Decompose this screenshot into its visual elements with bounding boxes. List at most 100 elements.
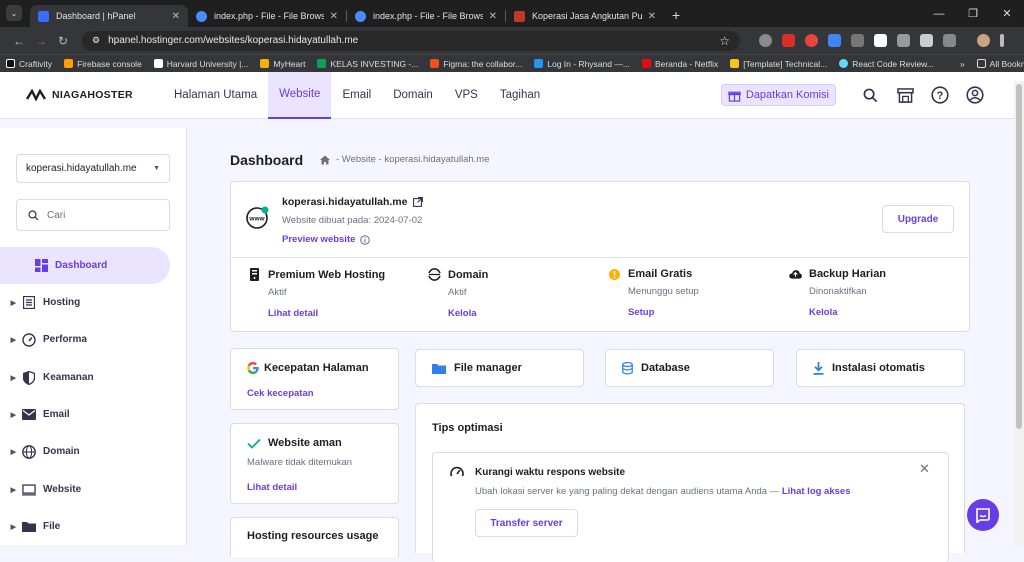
bookmark-item[interactable]: KELAS INVESTING -... [317,59,418,69]
service-domain-link[interactable]: Kelola [448,308,588,319]
sidebar-item-label: Email [43,409,70,420]
access-log-link[interactable]: Lihat log akses [782,486,851,497]
minimize-icon[interactable]: — [922,8,956,20]
close-tab-icon[interactable]: ✕ [489,11,497,22]
scrollbar-thumb[interactable] [1016,84,1022,429]
bookmark-item[interactable]: MyHeart [260,59,305,69]
sidebar-item-hosting[interactable]: ▶ Hosting [0,284,170,321]
search-icon[interactable] [859,84,881,106]
bookmark-item[interactable]: [Template] Technical... [730,59,827,69]
sidebar-item-email[interactable]: ▶ Email [0,396,170,433]
external-link-icon[interactable] [413,197,424,207]
service-hosting: Premium Web Hosting Aktif Lihat detail [248,268,408,319]
preview-website-link[interactable]: Preview website [282,234,355,245]
close-tab-icon[interactable]: ✕ [330,11,338,22]
browser-tab[interactable]: Koperasi Jasa Angkutan Putra M ✕ [506,5,664,27]
brand-logo[interactable]: NIAGAHOSTER [26,89,163,101]
page-speed-title: Kecepatan Halaman [264,362,369,374]
extension-icon[interactable] [759,34,772,47]
security-detail-link[interactable]: Lihat detail [247,482,297,493]
bookmark-item[interactable]: Figma: the collabor... [430,59,522,69]
bookmark-star-icon[interactable]: ☆ [719,34,730,48]
close-icon[interactable]: ✕ [919,461,930,477]
new-tab-icon[interactable]: + [672,7,680,23]
reload-icon[interactable]: ↻ [52,34,74,48]
browser-tab[interactable]: Dashboard | hPanel ✕ [30,5,188,27]
sidebar-item-dashboard[interactable]: Dashboard [0,247,170,284]
profile-avatar-icon[interactable] [977,34,990,47]
back-icon[interactable]: ← [8,34,30,48]
close-window-icon[interactable]: ✕ [990,7,1024,20]
close-tab-icon[interactable]: ✕ [172,11,180,22]
service-hosting-link[interactable]: Lihat detail [268,308,408,319]
nav-website[interactable]: Website [268,71,332,119]
sidebar-search-input[interactable]: Cari [16,199,170,231]
nav-halaman-utama[interactable]: Halaman Utama [163,72,268,119]
upgrade-button[interactable]: Upgrade [882,205,954,233]
close-tab-icon[interactable]: ✕ [648,11,656,22]
nav-tagihan[interactable]: Tagihan [489,72,551,119]
extension-icon[interactable] [805,34,818,47]
chevron-right-icon: ▶ [10,411,16,419]
sidebar-item-performa[interactable]: ▶ Performa [0,321,170,358]
database-button[interactable]: Database [605,349,774,387]
bookmark-item[interactable]: Harvard University |... [153,59,248,69]
home-icon[interactable] [320,155,330,165]
service-backup-link[interactable]: Kelola [809,307,949,318]
sidebar-item-file[interactable]: ▶ File [0,508,170,545]
bookmark-item[interactable]: Firebase console [64,59,142,69]
domain-icon [428,268,441,281]
service-status: Aktif [268,287,287,298]
bookmarks-overflow-icon[interactable]: » [960,59,965,69]
check-speed-link[interactable]: Cek kecepatan [247,388,314,399]
site-info-icon[interactable]: ⚙ [92,35,100,46]
browser-tab[interactable]: index.php - File - File Browser ✕ [188,5,346,27]
file-manager-button[interactable]: File manager [415,349,584,387]
mail-icon [22,408,36,422]
breadcrumb-path[interactable]: - Website - koperasi.hidayatullah.me [336,154,489,165]
extensions-puzzle-icon[interactable] [943,34,956,47]
bookmark-item[interactable]: React Code Review... [839,59,934,69]
address-bar[interactable]: ⚙ hpanel.hostinger.com/websites/koperasi… [82,30,740,51]
nav-email[interactable]: Email [331,72,382,119]
website-secure-card: Website aman Malware tidak ditemukan Lih… [230,423,399,504]
referral-button[interactable]: Dapatkan Komisi [720,84,836,106]
auto-installer-button[interactable]: Instalasi otomatis [796,349,965,387]
bookmark-item[interactable]: Craftivity [6,59,52,69]
account-icon[interactable] [964,84,986,106]
website-select[interactable]: koperasi.hidayatullah.me ▼ [16,154,170,183]
website-domain[interactable]: koperasi.hidayatullah.me [282,196,407,208]
restore-icon[interactable]: ❐ [956,7,990,20]
extension-icon[interactable] [782,34,795,47]
extension-icon[interactable] [851,34,864,47]
browser-tab[interactable]: index.php - File - File Browser ✕ [347,5,505,27]
extension-icon[interactable] [874,34,887,47]
help-icon[interactable]: ? [929,84,951,106]
transfer-server-button[interactable]: Transfer server [475,509,578,537]
all-bookmarks[interactable]: All Bookmarks [976,59,1024,69]
info-icon[interactable] [360,234,371,245]
quick-action-label: File manager [454,362,522,374]
extension-icon[interactable] [897,34,910,47]
extension-icon[interactable] [828,34,841,47]
service-email-link[interactable]: Setup [628,307,768,318]
store-icon[interactable] [894,84,916,106]
extension-icon[interactable] [920,34,933,47]
nav-domain[interactable]: Domain [382,72,444,119]
browser-menu-icon[interactable] [1000,34,1004,47]
chat-support-button[interactable] [967,499,999,531]
sidebar-item-website[interactable]: ▶ Website [0,471,170,508]
page-scrollbar[interactable] [1014,81,1024,545]
bookmark-item[interactable]: Beranda - Netflix [641,59,718,69]
forward-icon[interactable]: → [30,34,52,48]
quick-action-label: Database [641,362,690,374]
tab-search-button[interactable]: ⌄ [6,5,22,21]
sidebar-item-keamanan[interactable]: ▶ Keamanan [0,359,170,396]
service-status: Menunggu setup [628,286,699,297]
page-speed-card: Kecepatan Halaman Cek kecepatan [230,348,399,410]
malware-status: Malware tidak ditemukan [247,457,353,468]
bookmark-item[interactable]: Log In - Rhysand —... [534,59,630,69]
sidebar: koperasi.hidayatullah.me ▼ Cari Dashboar… [0,128,187,545]
sidebar-item-domain[interactable]: ▶ Domain [0,433,170,470]
nav-vps[interactable]: VPS [444,72,489,119]
